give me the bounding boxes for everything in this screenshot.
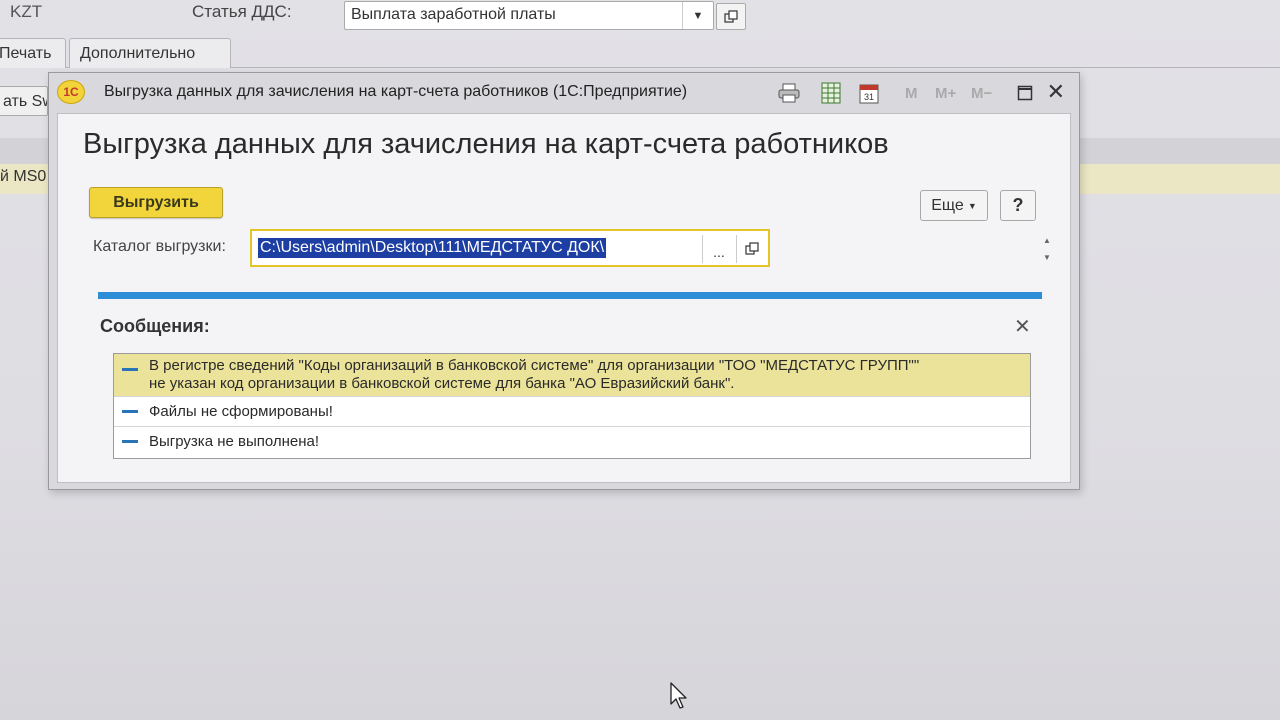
dds-article-label: Статья ДДС:	[192, 2, 292, 21]
maximize-icon[interactable]	[1013, 81, 1037, 105]
calendar-icon[interactable]: 31	[857, 81, 881, 105]
catalog-value[interactable]: C:\Users\admin\Desktop\111\МЕДСТАТУС ДОК…	[258, 238, 607, 258]
message-text: Выгрузка не выполнена!	[149, 433, 320, 450]
messages-title: Сообщения:	[100, 316, 210, 336]
divider	[702, 235, 703, 263]
logo-text: 1С	[63, 85, 79, 99]
dash-icon	[122, 410, 138, 413]
catalog-label: Каталог выгрузки:	[93, 238, 226, 255]
close-messages-icon[interactable]: ✕	[1014, 314, 1031, 339]
svg-text:31: 31	[864, 92, 874, 102]
dash-icon	[122, 368, 138, 371]
memory-m-button[interactable]: M	[905, 85, 918, 102]
tab-print-label: Печать	[0, 45, 52, 62]
help-button[interactable]: ?	[1000, 190, 1036, 221]
more-button[interactable]: Еще ▼	[920, 190, 988, 221]
close-icon[interactable]: ✕	[1047, 79, 1065, 105]
message-text: В регистре сведений "Коды организаций в …	[149, 357, 920, 374]
more-button-label: Еще	[931, 196, 964, 214]
sw-button-label: ать Sw	[3, 93, 47, 110]
message-text: Файлы не сформированы!	[149, 403, 333, 420]
dialog-titlebar[interactable]: 1С Выгрузка данных для зачисления на кар…	[49, 73, 1079, 113]
1c-logo-icon: 1С	[57, 80, 85, 104]
select-folder-button[interactable]: ...	[704, 234, 734, 264]
dialog-content: Выгрузка данных для зачисления на карт-с…	[57, 113, 1071, 483]
list-item[interactable]: Выгрузка не выполнена!	[114, 427, 1030, 458]
list-item[interactable]: В регистре сведений "Коды организаций в …	[114, 354, 1030, 397]
dash-icon	[122, 440, 138, 443]
memory-minus-button[interactable]: M−	[971, 85, 992, 102]
divider	[736, 235, 737, 263]
export-dialog: 1С Выгрузка данных для зачисления на кар…	[48, 72, 1080, 490]
tab-print[interactable]: Печать	[0, 38, 66, 68]
window-title: Выгрузка данных для зачисления на карт-с…	[104, 83, 688, 100]
currency-label: KZT	[10, 2, 43, 21]
open-icon[interactable]	[738, 234, 766, 264]
dds-article-value: Выплата заработной платы	[351, 6, 556, 23]
sw-button[interactable]: ать Sw	[0, 86, 48, 116]
page-title: Выгрузка данных для зачисления на карт-с…	[83, 128, 889, 160]
chevron-down-icon: ▼	[967, 200, 977, 211]
table-row-text: й MS0	[0, 168, 47, 185]
memory-plus-button[interactable]: M+	[935, 85, 956, 102]
spreadsheet-icon[interactable]	[819, 81, 843, 105]
print-icon[interactable]	[777, 81, 801, 105]
catalog-input[interactable]: C:\Users\admin\Desktop\111\МЕДСТАТУС ДОК…	[250, 229, 770, 267]
chevron-down-icon[interactable]: ▼	[682, 2, 713, 29]
tab-additional[interactable]: Дополнительно	[69, 38, 231, 68]
export-button[interactable]: Выгрузить	[89, 187, 223, 218]
list-item[interactable]: Файлы не сформированы!	[114, 397, 1030, 427]
progress-bar	[98, 292, 1042, 299]
mouse-cursor-icon	[670, 682, 690, 715]
scroll-arrows-icon[interactable]: ▲ ▼	[1042, 232, 1052, 266]
messages-list: В регистре сведений "Коды организаций в …	[113, 353, 1031, 459]
open-icon[interactable]	[716, 3, 746, 30]
tab-additional-label: Дополнительно	[80, 45, 196, 62]
dds-article-field[interactable]: Выплата заработной платы ▼	[344, 1, 714, 30]
message-text: не указан код организации в банковской с…	[149, 375, 735, 392]
